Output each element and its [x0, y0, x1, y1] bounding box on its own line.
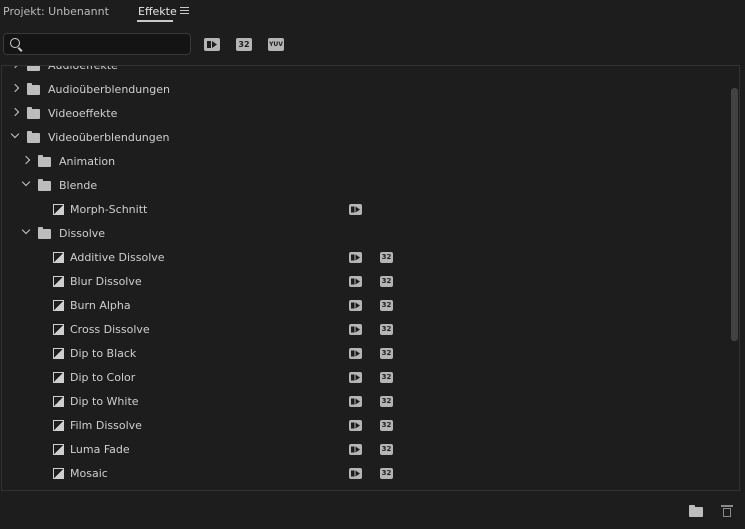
- yuv-icon[interactable]: YUV: [268, 38, 284, 51]
- 32-bit-icon: 32: [380, 276, 393, 287]
- tab-projekt[interactable]: Projekt: Unbenannt: [3, 5, 109, 18]
- 32-bit-icon: 32: [380, 468, 393, 479]
- tree-item-label: Dip to White: [70, 395, 139, 408]
- tree-item-label: Audioeffekte: [48, 65, 118, 72]
- 32-bit-icon: 32: [380, 324, 393, 335]
- tree-folder[interactable]: Audioüberblendungen: [2, 78, 727, 102]
- tree-item-label: Blende: [59, 179, 98, 192]
- tree-item-label: Dip to Black: [70, 347, 137, 360]
- tree-item-label: Blur Dissolve: [70, 275, 142, 288]
- accelerated-effects-icon: [349, 372, 362, 383]
- transition-icon: [53, 324, 64, 335]
- accelerated-effects-icon: [349, 324, 362, 335]
- trash-icon[interactable]: [721, 505, 733, 517]
- tree-item-label: Cross Dissolve: [70, 323, 150, 336]
- tree-item-label: Additive Dissolve: [70, 251, 165, 264]
- accelerated-effects-icon: [349, 204, 362, 215]
- tree-item-label: Luma Fade: [70, 443, 130, 456]
- transition-icon: [53, 276, 64, 287]
- tree-item-label: Burn Alpha: [70, 299, 131, 312]
- accelerated-effects-icon: [349, 276, 362, 287]
- transition-icon: [53, 396, 64, 407]
- transition-icon: [53, 420, 64, 431]
- folder-icon: [38, 179, 51, 191]
- tree-folder[interactable]: Animation: [2, 150, 727, 174]
- search-icon: [10, 38, 20, 48]
- accelerated-effects-icon: [349, 444, 362, 455]
- 32-bit-icon: 32: [380, 420, 393, 431]
- chevron-right-icon[interactable]: [10, 107, 20, 117]
- accelerated-effects-icon: [349, 300, 362, 311]
- tree-effect[interactable]: Mosaic 32: [2, 462, 727, 486]
- accelerated-effects-icon: [349, 468, 362, 479]
- new-folder-icon[interactable]: [689, 505, 703, 517]
- tree-effect[interactable]: Dip to Black 32: [2, 342, 727, 366]
- tree-item-label: Animation: [59, 155, 116, 168]
- accelerated-effects-icon: [349, 420, 362, 431]
- tree-folder[interactable]: Videoeffekte: [2, 102, 727, 126]
- 32-bit-icon: 32: [380, 372, 393, 383]
- tree-folder[interactable]: Audioeffekte: [2, 65, 727, 78]
- chevron-down-icon[interactable]: [10, 129, 20, 139]
- tree-effect[interactable]: Additive Dissolve 32: [2, 246, 727, 270]
- folder-icon: [38, 227, 51, 239]
- chevron-right-icon[interactable]: [21, 155, 31, 165]
- tree-effect[interactable]: Blur Dissolve 32: [2, 270, 727, 294]
- folder-icon: [27, 83, 40, 95]
- 32-bit-icon: 32: [380, 444, 393, 455]
- tree-effect[interactable]: Film Dissolve 32: [2, 414, 727, 438]
- tree-item-label: Videoeffekte: [48, 107, 118, 120]
- active-tab-indicator: [137, 20, 173, 22]
- tree-effect[interactable]: Luma Fade 32: [2, 438, 727, 462]
- tree-folder[interactable]: Blende: [2, 174, 727, 198]
- chevron-down-icon[interactable]: [21, 177, 31, 187]
- search-input[interactable]: [26, 36, 190, 54]
- tree-effect[interactable]: Morph-Schnitt: [2, 198, 727, 222]
- panel-tabs: Projekt: Unbenannt Effekte: [0, 0, 745, 26]
- tree-item-label: Mosaic: [70, 467, 108, 480]
- transition-icon: [53, 300, 64, 311]
- tree-effect[interactable]: Cross Dissolve 32: [2, 318, 727, 342]
- transition-icon: [53, 348, 64, 359]
- transition-icon: [53, 372, 64, 383]
- chevron-down-icon[interactable]: [21, 225, 31, 235]
- tree-item-label: Dissolve: [59, 227, 106, 240]
- chevron-right-icon[interactable]: [10, 83, 20, 93]
- transition-icon: [53, 444, 64, 455]
- panel-menu-icon[interactable]: [180, 5, 189, 16]
- transition-icon: [53, 468, 64, 479]
- tree-item-label: Morph-Schnitt: [70, 203, 148, 216]
- tree-item-label: Audioüberblendungen: [48, 83, 170, 96]
- 32-bit-icon: 32: [380, 252, 393, 263]
- 32-bit-icon: 32: [380, 300, 393, 311]
- accelerated-effects-icon: [349, 396, 362, 407]
- transition-icon: [53, 252, 64, 263]
- tree-effect[interactable]: Dip to Color 32: [2, 366, 727, 390]
- 32-bit-icon: 32: [380, 348, 393, 359]
- tree-folder[interactable]: Videoüberblendungen: [2, 126, 727, 150]
- tab-effekte[interactable]: Effekte: [138, 5, 177, 18]
- effects-tree: Audioeffekte Audioüberblendungen Videoeffe…: [1, 65, 740, 491]
- folder-icon: [27, 131, 40, 143]
- tree-item-label: Dip to Color: [70, 371, 136, 384]
- tree-folder[interactable]: Dissolve: [2, 222, 727, 246]
- accelerated-effects-icon: [349, 252, 362, 263]
- folder-icon: [27, 66, 40, 71]
- transition-icon: [53, 204, 64, 215]
- search-box: [3, 33, 191, 55]
- accelerated-effects-icon[interactable]: [204, 38, 220, 51]
- tree-item-label: Film Dissolve: [70, 419, 142, 432]
- folder-icon: [38, 155, 51, 167]
- tree-effect[interactable]: Burn Alpha 32: [2, 294, 727, 318]
- chevron-right-icon[interactable]: [10, 66, 20, 69]
- accelerated-effects-icon: [349, 348, 362, 359]
- 32-bit-icon: 32: [380, 396, 393, 407]
- 32-bit-icon[interactable]: 32: [236, 38, 252, 51]
- folder-icon: [27, 107, 40, 119]
- tree-effect[interactable]: Dip to White 32: [2, 390, 727, 414]
- scrollbar-thumb[interactable]: [731, 88, 738, 341]
- tree-item-label: Videoüberblendungen: [48, 131, 170, 144]
